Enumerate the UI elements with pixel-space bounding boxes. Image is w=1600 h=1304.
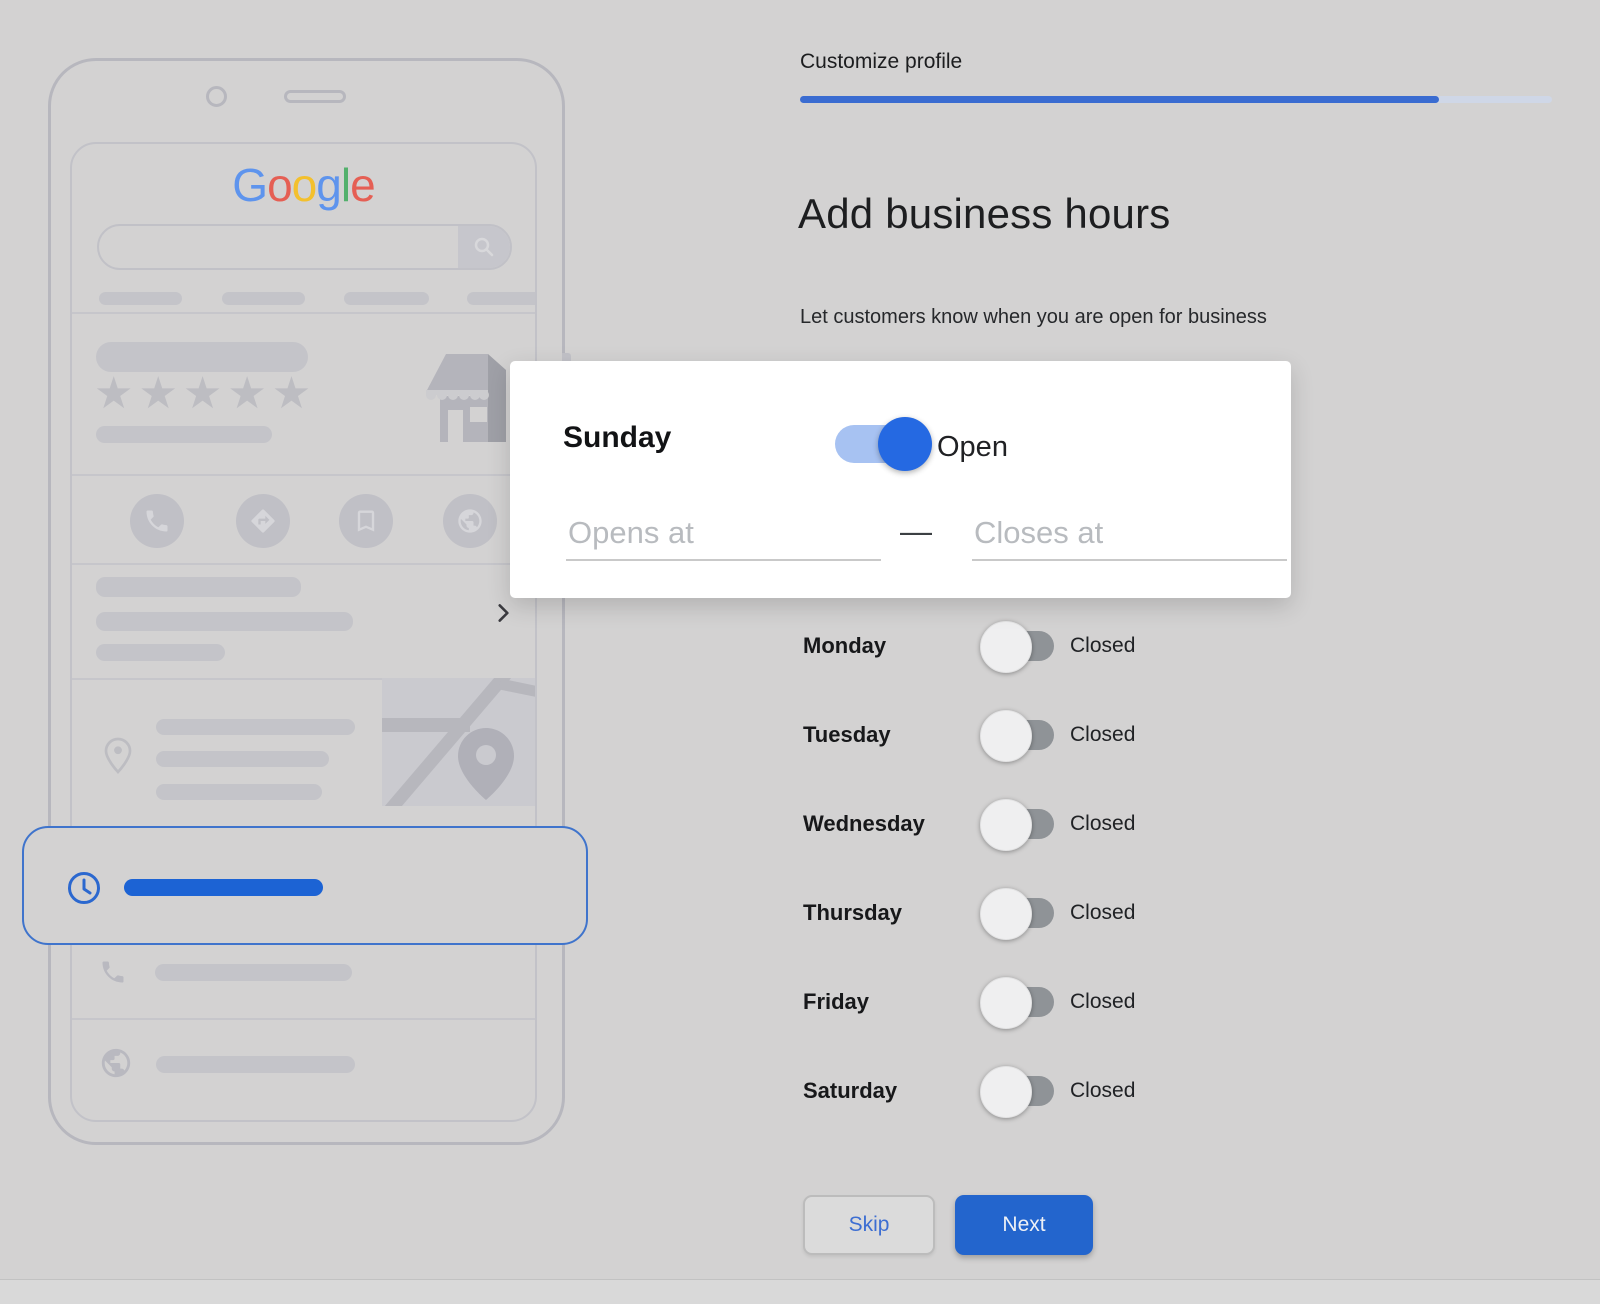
closes-at-input[interactable] <box>972 506 1287 561</box>
logo-letter: o <box>292 159 317 211</box>
day-status: Closed <box>1070 901 1135 925</box>
day-label: Saturday <box>803 1078 984 1104</box>
mock-chip <box>222 292 305 305</box>
day-label: Sunday <box>563 421 671 455</box>
time-range-separator: — <box>900 513 932 550</box>
customize-profile-page: Google ★★★★★ <box>0 0 1600 1304</box>
day-toggle[interactable] <box>984 987 1054 1017</box>
globe-icon <box>456 507 484 535</box>
mock-business-title <box>96 342 308 372</box>
mock-search-bar <box>97 224 512 270</box>
day-row: Tuesday Closed <box>803 710 1135 760</box>
phone-screen: Google ★★★★★ <box>70 142 537 1122</box>
day-toggle[interactable] <box>984 720 1054 750</box>
day-status: Closed <box>1070 723 1135 747</box>
mock-website-line <box>156 1056 355 1073</box>
days-list: Monday Closed Tuesday Closed Wednesday C… <box>803 621 1135 1116</box>
logo-letter: o <box>267 159 292 211</box>
day-toggle[interactable] <box>984 1076 1054 1106</box>
day-row: Thursday Closed <box>803 888 1135 938</box>
day-row: Friday Closed <box>803 977 1135 1027</box>
next-button[interactable]: Next <box>955 1195 1093 1255</box>
save-action <box>339 494 393 548</box>
camera-icon <box>206 86 227 107</box>
skip-button[interactable]: Skip <box>803 1195 935 1255</box>
directions-icon <box>249 507 277 535</box>
page-title: Add business hours <box>798 190 1171 238</box>
logo-letter: g <box>316 159 341 211</box>
location-pin-icon <box>100 732 136 776</box>
day-status: Closed <box>1070 990 1135 1014</box>
toggle-knob <box>980 977 1032 1029</box>
day-status: Closed <box>1070 812 1135 836</box>
day-status: Open <box>937 431 1008 464</box>
opens-at-input[interactable] <box>566 506 881 561</box>
day-label: Tuesday <box>803 722 984 748</box>
progress-fill <box>800 96 1439 103</box>
call-action <box>130 494 184 548</box>
search-icon <box>472 235 496 259</box>
toggle-knob <box>878 417 932 471</box>
clock-icon <box>66 870 102 906</box>
mock-phone-number <box>155 964 352 981</box>
chevron-right-icon <box>490 600 516 626</box>
mock-map <box>382 678 537 806</box>
progress-label: Customize profile <box>800 50 962 74</box>
bookmark-icon <box>352 507 380 535</box>
logo-letter: l <box>341 159 350 211</box>
day-status: Closed <box>1070 634 1135 658</box>
toggle-knob <box>980 799 1032 851</box>
mock-text-line <box>96 577 301 597</box>
speaker-icon <box>284 90 346 103</box>
rating-stars: ★★★★★ <box>94 372 316 416</box>
directions-action <box>236 494 290 548</box>
day-label: Wednesday <box>803 811 984 837</box>
phone-icon <box>99 958 127 986</box>
storefront-icon <box>418 346 524 450</box>
toggle-knob <box>980 710 1032 762</box>
day-toggle[interactable] <box>984 898 1054 928</box>
day-toggle[interactable] <box>984 809 1054 839</box>
day-label: Friday <box>803 989 984 1015</box>
google-logo: Google <box>72 158 535 212</box>
hours-highlight-callout <box>22 826 588 945</box>
phone-mockup: Google ★★★★★ <box>48 58 565 1145</box>
logo-letter: G <box>232 159 267 211</box>
toggle-knob <box>980 1066 1032 1118</box>
sunday-toggle[interactable] <box>835 425 931 463</box>
mock-review-line <box>96 426 272 443</box>
logo-letter: e <box>350 159 375 211</box>
day-status: Closed <box>1070 1079 1135 1103</box>
phone-icon <box>143 507 171 535</box>
website-action <box>443 494 497 548</box>
day-row: Monday Closed <box>803 621 1135 671</box>
page-subtitle: Let customers know when you are open for… <box>800 306 1267 329</box>
day-row: Wednesday Closed <box>803 799 1135 849</box>
mock-chip <box>344 292 429 305</box>
toggle-knob <box>980 888 1032 940</box>
mock-text-line <box>96 612 353 631</box>
toggle-knob <box>980 621 1032 673</box>
search-button <box>458 226 510 268</box>
mock-text-line <box>96 644 225 661</box>
day-row: Saturday Closed <box>803 1066 1135 1116</box>
mock-chip <box>467 292 537 305</box>
sunday-hours-card: Sunday Open — <box>510 361 1291 598</box>
mock-hours-line <box>124 879 323 896</box>
mock-address-line <box>156 784 322 800</box>
progress-bar <box>800 96 1552 103</box>
mock-chip <box>99 292 182 305</box>
mock-address-line <box>156 719 355 735</box>
globe-icon <box>99 1046 133 1080</box>
bottom-strip <box>0 1279 1600 1304</box>
mock-address-line <box>156 751 329 767</box>
day-label: Monday <box>803 633 984 659</box>
day-toggle[interactable] <box>984 631 1054 661</box>
day-label: Thursday <box>803 900 984 926</box>
